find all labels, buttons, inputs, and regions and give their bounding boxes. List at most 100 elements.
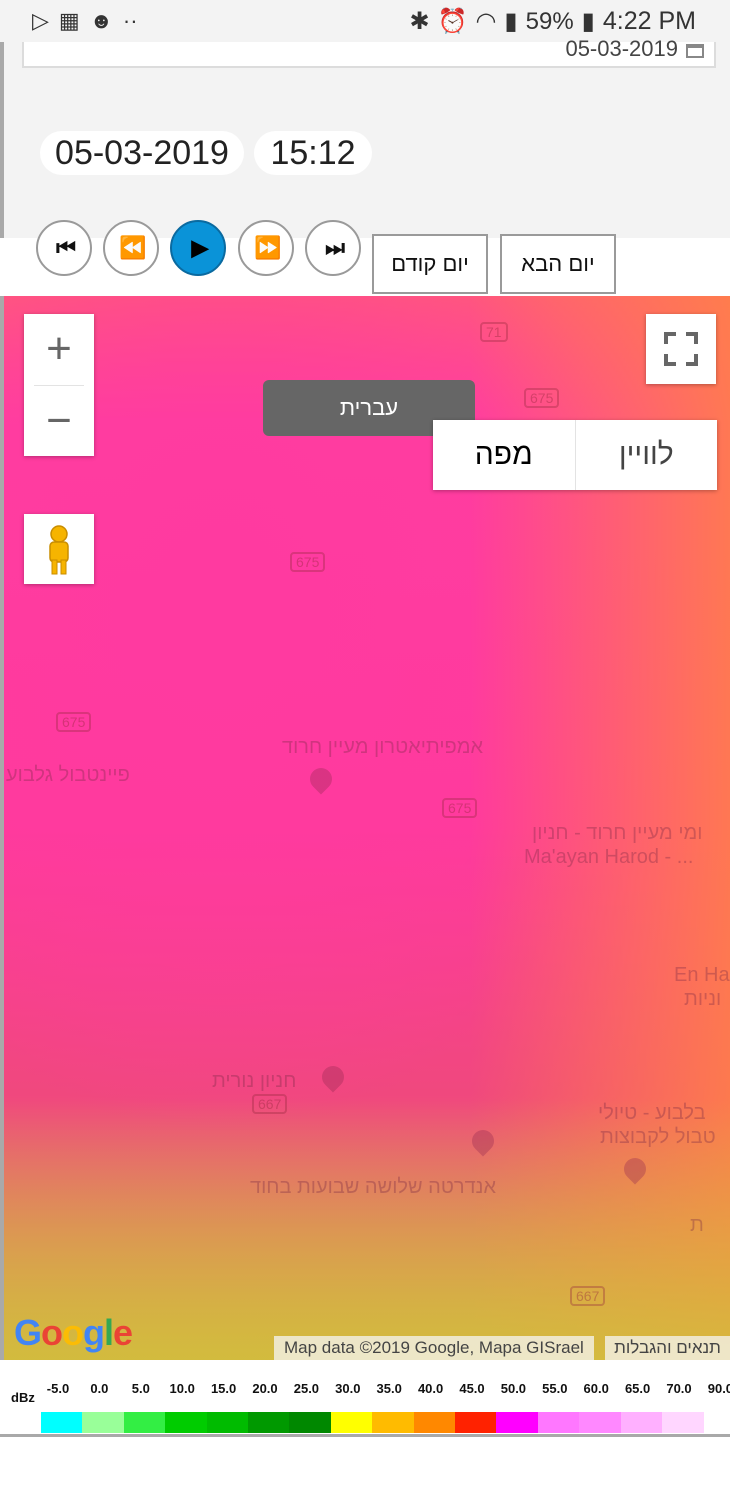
map-type-satellite-button[interactable]: לוויין (574, 420, 718, 490)
bottom-divider (0, 1434, 730, 1437)
legend-value: 45.0 (459, 1381, 485, 1396)
first-frame-button[interactable]: ⏮ (36, 220, 92, 276)
road-number: 675 (524, 388, 560, 408)
legend-value: 5.0 (131, 1381, 150, 1396)
map-type-map-button[interactable]: מפה (433, 420, 575, 490)
battery-icon: ▮ (581, 8, 595, 35)
more-dots-icon: ·· (122, 8, 138, 33)
chat-icon: ☻ (89, 8, 113, 33)
map-place-label: בלבוע - טיולי (598, 1102, 706, 1124)
clock: 4:22 PM (602, 7, 696, 35)
wifi-icon: ◠ (475, 8, 497, 35)
zoom-out-button[interactable]: − (24, 386, 94, 456)
legend-swatch (662, 1412, 704, 1433)
selected-time: 15:12 (254, 131, 372, 175)
legend-swatch (330, 1412, 373, 1433)
zoom-in-button[interactable]: + (24, 314, 94, 384)
play-store-icon: ▷ (32, 8, 49, 33)
map-type-control: מפה לוויין (433, 420, 717, 490)
legend-value: 35.0 (376, 1381, 402, 1396)
map-place-label: אמפיתיאטרון מעיין חרוד (282, 736, 484, 758)
legend-value: 30.0 (335, 1381, 361, 1396)
legend-value: 40.0 (417, 1381, 444, 1396)
legend-swatch (455, 1412, 497, 1433)
google-logo: Google (14, 1312, 133, 1353)
pegman-icon (49, 525, 69, 575)
road-number: 675 (56, 712, 92, 732)
legend-swatch (413, 1412, 456, 1433)
previous-day-button[interactable]: יום קודם (372, 234, 488, 294)
legend-swatch (620, 1412, 663, 1433)
selected-date: 05-03-2019 (40, 131, 244, 175)
map-place-label: En Har (674, 964, 730, 986)
legend-value: 55.0 (542, 1381, 568, 1396)
legend-value: 65.0 (624, 1381, 651, 1396)
map-place-label: ומי מעיין חרוד - חניון (532, 822, 703, 844)
map-pin-icon[interactable] (317, 1061, 349, 1093)
skip-last-icon: ⏭ (325, 235, 345, 260)
road-number: 667 (570, 1286, 606, 1306)
legend-value: 90.0 (707, 1381, 730, 1396)
map-pin-icon[interactable] (305, 763, 337, 795)
fullscreen-button[interactable] (646, 314, 716, 384)
battery-percent: 59% (525, 7, 574, 35)
legend-swatch (41, 1412, 83, 1433)
next-day-button[interactable]: יום הבא (500, 234, 616, 294)
play-button[interactable]: ▶ (170, 220, 226, 276)
map-place-label: ת (690, 1214, 704, 1236)
map-place-label: וניות (684, 988, 722, 1010)
legend-swatch (537, 1412, 580, 1433)
terms-link[interactable]: תנאים והגבלות (605, 1336, 730, 1360)
status-left-icons: ▷ ▦ ☻ ·· (32, 8, 138, 34)
legend-swatch (165, 1412, 208, 1433)
legend-value: 25.0 (293, 1381, 320, 1396)
date-input[interactable]: 05-03-2019 (22, 36, 716, 68)
legend-swatch (496, 1412, 539, 1433)
play-icon: ▶ (191, 235, 209, 260)
road-number: 667 (252, 1094, 288, 1114)
map-place-label: טבול לקבוצות (600, 1126, 716, 1148)
calendar-icon: ▦ (58, 8, 80, 33)
legend-unit: dBz (11, 1390, 35, 1405)
legend-value: 20.0 (252, 1381, 278, 1396)
alarm-icon: ⏰ (437, 8, 468, 35)
skip-first-icon: ⏮ (56, 235, 76, 260)
road-number: 71 (480, 322, 508, 342)
legend-swatch (289, 1412, 332, 1433)
bluetooth-icon: ✱ (409, 8, 430, 35)
legend-swatch (123, 1412, 166, 1433)
dbz-legend: dBz -5.0 0.0 5.0 10.0 15.0 20.0 25.0 30.0 35.0 40… (0, 1360, 730, 1436)
legend-value: 60.0 (583, 1381, 609, 1396)
fast-forward-icon: ⏩ (254, 235, 281, 260)
legend-value: 15.0 (210, 1381, 237, 1396)
next-frame-button[interactable]: ⏩ (238, 220, 294, 276)
radar-map[interactable]: 71 675 675 675 675 667 667 אמפיתיאטרון מ… (4, 296, 730, 1360)
date-input-value: 05-03-2019 (565, 36, 678, 61)
fullscreen-icon (664, 332, 698, 366)
calendar-picker-icon[interactable] (686, 44, 704, 58)
legend-value: 50.0 (500, 1381, 527, 1396)
status-right-icons: ✱ ⏰ ◠ ▮ 59% ▮ 4:22 PM (409, 7, 696, 36)
legend-value: 70.0 (666, 1381, 692, 1396)
legend-value: 10.0 (169, 1381, 195, 1396)
road-number: 675 (290, 552, 326, 572)
legend-value: 0.0 (90, 1381, 109, 1396)
legend-swatch (248, 1412, 290, 1433)
previous-frame-button[interactable]: ⏪ (103, 220, 159, 276)
legend-swatch (206, 1412, 249, 1433)
road-number: 675 (442, 798, 478, 818)
map-place-label: Ma'ayan Harod - ... (524, 846, 694, 868)
map-place-label: פיינטבול גלבוע (6, 764, 130, 786)
map-place-label: חניון נורית (212, 1070, 297, 1092)
legend-swatch (82, 1412, 125, 1433)
last-frame-button[interactable]: ⏭ (305, 220, 361, 276)
map-attribution: Map data ©2019 Google, Mapa GISrael (274, 1336, 594, 1360)
legend-swatch (579, 1412, 622, 1433)
zoom-control: + − (24, 314, 94, 456)
street-view-button[interactable] (24, 514, 94, 584)
legend-value: -5.0 (46, 1381, 70, 1396)
legend-swatch (372, 1412, 415, 1433)
signal-icon: ▮ (504, 8, 518, 35)
map-place-label: אנדרטה שלושה שבועות בחוד (250, 1176, 496, 1198)
rewind-icon: ⏪ (119, 235, 146, 260)
